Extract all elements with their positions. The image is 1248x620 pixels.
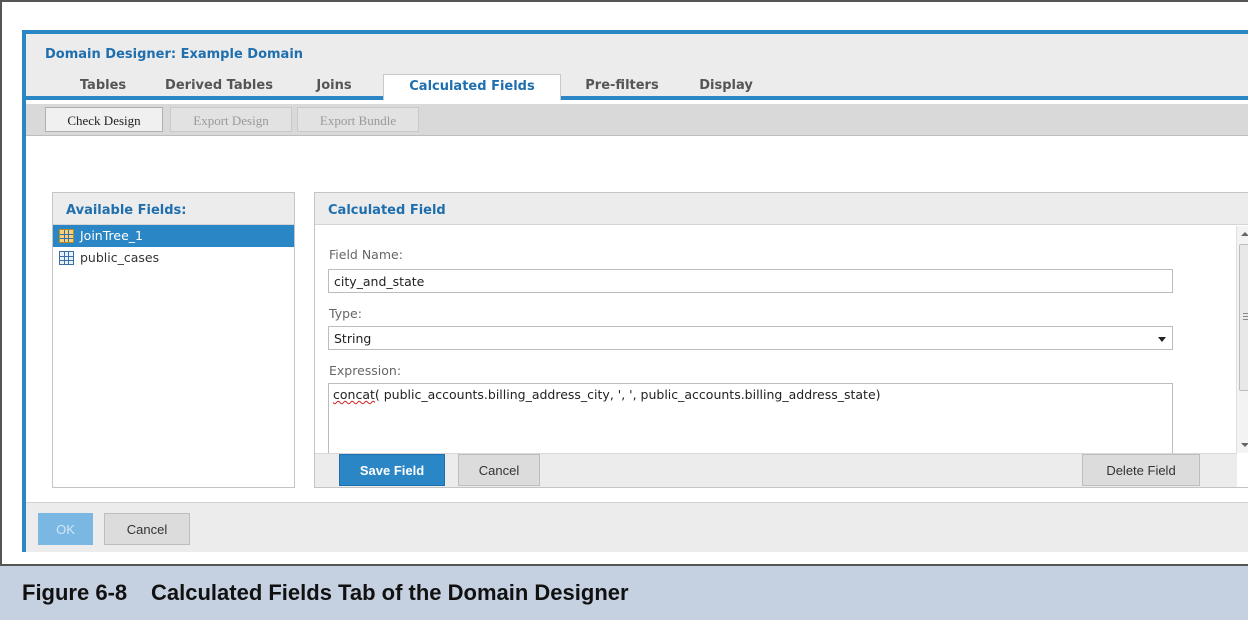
calculated-field-header: Calculated Field xyxy=(315,193,1248,225)
expression-label: Expression: xyxy=(329,363,402,378)
tree-item-label: JoinTree_1 xyxy=(80,228,143,243)
check-design-button[interactable]: Check Design xyxy=(45,107,163,132)
tab-bar: Tables Derived Tables Joins Calculated F… xyxy=(26,74,1248,100)
tree-item-label: public_cases xyxy=(80,250,160,265)
expression-function: concat xyxy=(333,387,375,402)
expression-textarea[interactable]: concat( public_accounts.billing_address_… xyxy=(328,383,1173,453)
export-bundle-button[interactable]: Export Bundle xyxy=(297,107,419,132)
figure-number: Figure 6-8 xyxy=(22,580,128,605)
scroll-thumb[interactable] xyxy=(1239,244,1248,391)
figure-frame: Domain Designer: Example Domain Tables D… xyxy=(0,0,1248,564)
scroll-up-icon[interactable] xyxy=(1241,232,1248,236)
designer-toolbar: Check Design Export Design Export Bundle xyxy=(26,104,1248,136)
type-select[interactable]: String xyxy=(328,326,1173,350)
chevron-down-icon xyxy=(1158,337,1166,342)
available-fields-panel: Available Fields: JoinTree_1 public_case… xyxy=(52,192,295,488)
cancel-field-button[interactable]: Cancel xyxy=(458,454,540,486)
panel-scrollbar[interactable] xyxy=(1236,226,1248,453)
field-name-label: Field Name: xyxy=(329,247,403,262)
calculated-field-button-bar: Save Field Cancel Delete Field xyxy=(315,453,1237,487)
tab-calculated-fields[interactable]: Calculated Fields xyxy=(383,74,561,100)
delete-field-button[interactable]: Delete Field xyxy=(1082,454,1200,486)
join-tree-icon xyxy=(59,229,74,243)
figure-caption: Figure 6-8 Calculated Fields Tab of the … xyxy=(0,564,1248,620)
table-icon xyxy=(59,251,74,265)
type-select-value: String xyxy=(334,331,372,346)
save-field-button[interactable]: Save Field xyxy=(339,454,445,486)
tree-item-jointree-1[interactable]: JoinTree_1 xyxy=(53,225,294,247)
expression-arguments: ( public_accounts.billing_address_city, … xyxy=(374,387,881,402)
ok-button[interactable]: OK xyxy=(38,513,93,545)
tab-display[interactable]: Display xyxy=(686,74,766,100)
grip-icon xyxy=(1243,313,1248,320)
domain-designer-dialog: Domain Designer: Example Domain Tables D… xyxy=(22,30,1248,552)
tab-pre-filters[interactable]: Pre-filters xyxy=(572,74,672,100)
type-label: Type: xyxy=(329,306,362,321)
tab-tables[interactable]: Tables xyxy=(63,74,143,100)
tree-item-public-cases[interactable]: public_cases xyxy=(53,247,294,269)
available-fields-header: Available Fields: xyxy=(53,193,294,225)
dialog-title: Domain Designer: Example Domain xyxy=(26,34,1248,74)
tab-joins[interactable]: Joins xyxy=(304,74,364,100)
field-name-input[interactable]: city_and_state xyxy=(328,269,1173,293)
cancel-button[interactable]: Cancel xyxy=(104,513,190,545)
dialog-footer: OK Cancel xyxy=(26,502,1248,552)
export-design-button[interactable]: Export Design xyxy=(170,107,292,132)
calculated-field-panel: Calculated Field Field Name: city_and_st… xyxy=(314,192,1248,488)
tab-derived-tables[interactable]: Derived Tables xyxy=(159,74,279,100)
figure-caption-text: Calculated Fields Tab of the Domain Desi… xyxy=(151,580,629,605)
scroll-down-icon[interactable] xyxy=(1241,443,1248,447)
